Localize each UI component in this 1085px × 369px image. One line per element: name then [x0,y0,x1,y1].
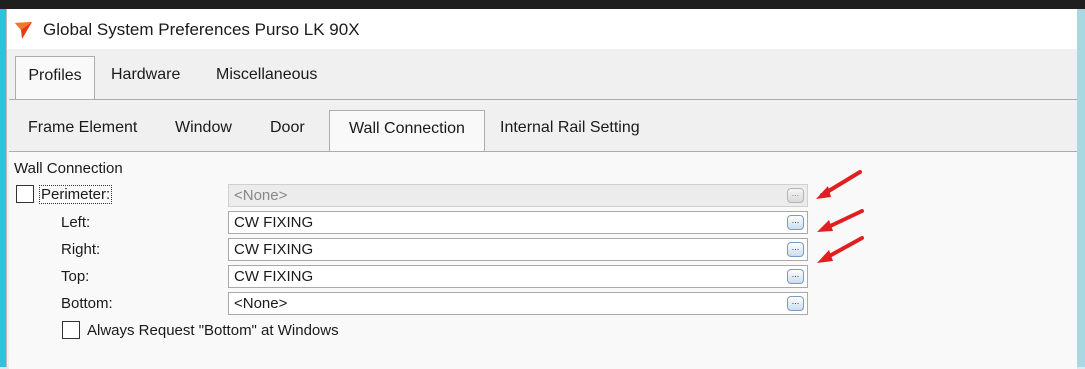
red-arrow-icon [817,236,864,263]
red-arrow-icon [817,209,864,232]
red-arrow-icon [816,170,862,199]
annotation-overlay [816,170,864,263]
